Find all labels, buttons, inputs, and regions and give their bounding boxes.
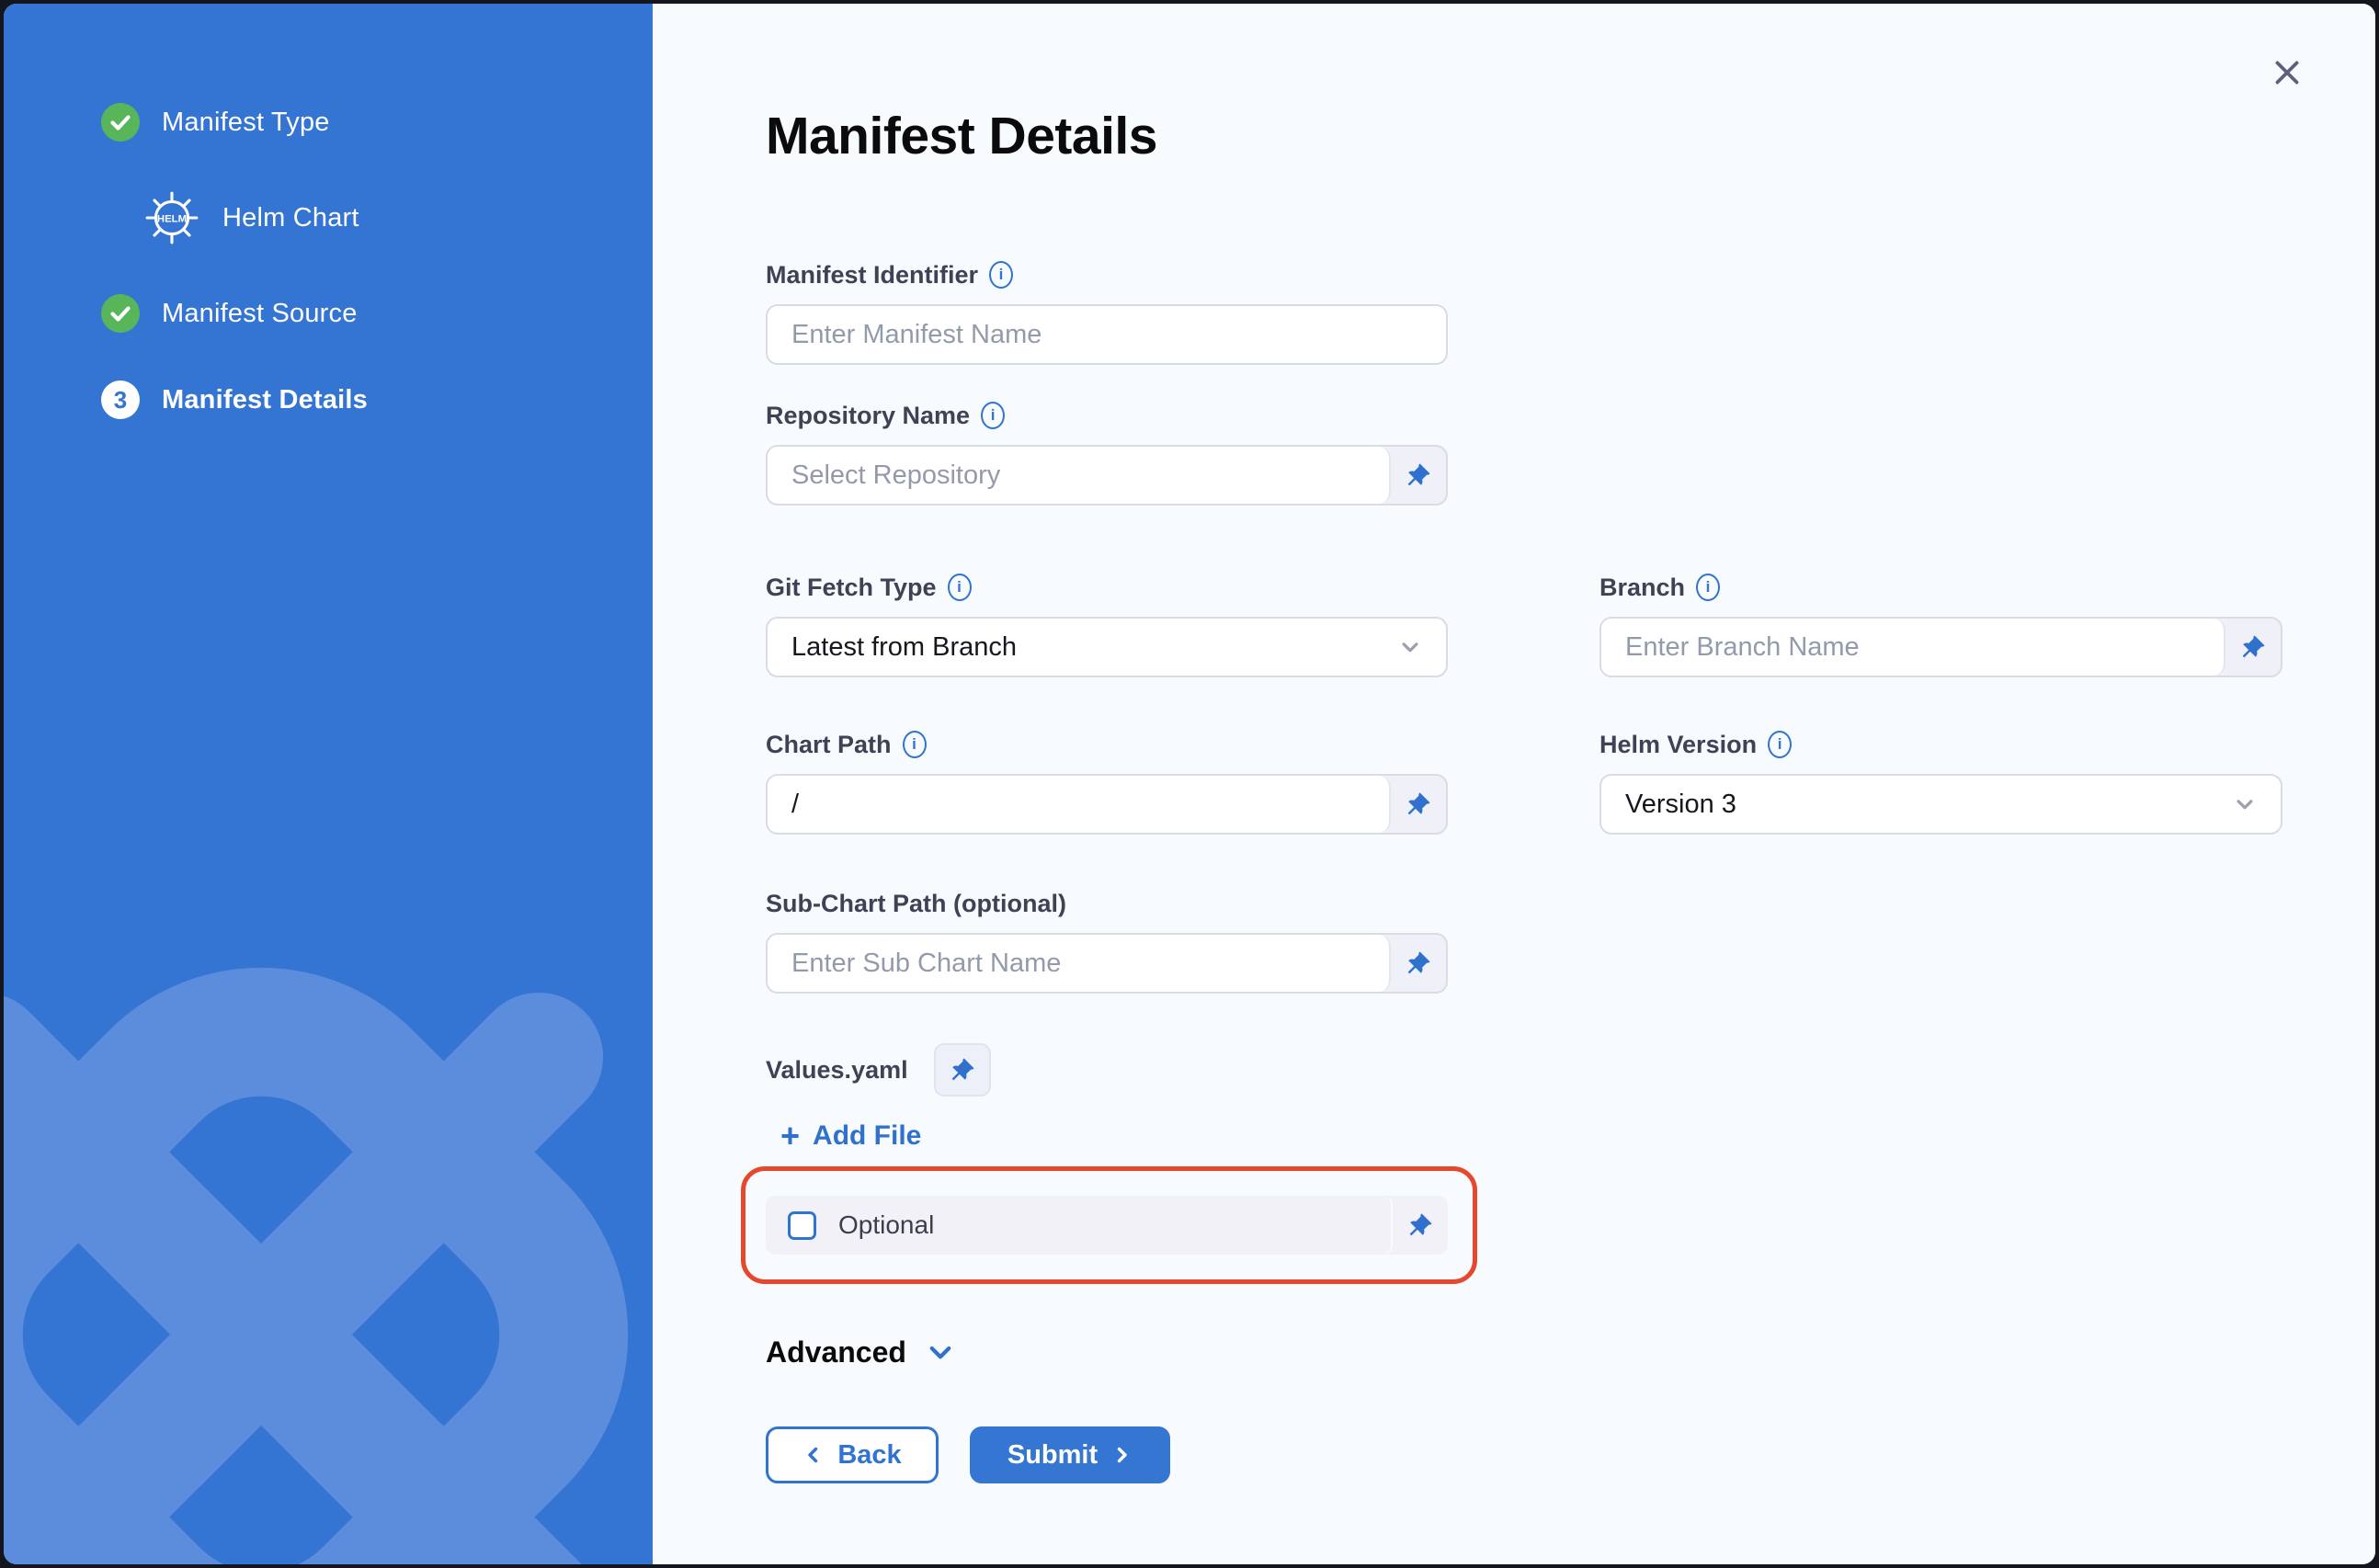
advanced-toggle[interactable]: Advanced <box>766 1335 956 1369</box>
wizard-sidebar: Manifest Type <box>4 4 653 1564</box>
pin-icon <box>1403 948 1434 979</box>
back-button-label: Back <box>837 1440 901 1471</box>
pin-icon <box>1405 1210 1436 1241</box>
check-circle-icon <box>101 294 140 333</box>
manifest-identifier-group: Manifest Identifier i <box>766 259 2375 365</box>
wizard-footer: Back Submit <box>766 1426 2375 1483</box>
pin-icon <box>1403 789 1434 820</box>
pin-button[interactable] <box>1391 935 1446 992</box>
chevron-right-icon <box>1110 1444 1133 1466</box>
pin-button[interactable] <box>1391 776 1446 833</box>
wizard-step-manifest-details[interactable]: 3 Manifest Details <box>101 381 653 419</box>
screen: Manifest Type <box>0 0 2379 1568</box>
repository-name-label: Repository Name <box>766 400 970 431</box>
plus-icon: + <box>780 1122 800 1150</box>
chart-path-label: Chart Path <box>766 729 892 760</box>
chart-path-control <box>766 774 1448 835</box>
git-fetch-type-select[interactable]: Latest from Branch <box>766 617 1448 677</box>
close-icon <box>2270 55 2305 90</box>
pin-button[interactable] <box>1393 1196 1448 1255</box>
repository-name-input[interactable] <box>768 447 1391 504</box>
chevron-down-icon <box>2231 790 2259 818</box>
annotation-highlight: Optional <box>741 1166 1477 1284</box>
optional-checkbox[interactable] <box>788 1211 816 1240</box>
repository-name-control <box>766 445 1448 506</box>
wizard-step-label: Manifest Type <box>162 108 330 138</box>
info-icon[interactable]: i <box>1696 574 1720 601</box>
git-fetch-type-group: Git Fetch Type i Latest from Branch <box>766 572 1448 677</box>
helm-version-label: Helm Version <box>1599 729 1757 760</box>
chevron-down-icon <box>925 1337 956 1369</box>
values-yaml-group: Values.yaml <box>766 1043 2375 1096</box>
svg-text:HELM: HELM <box>157 214 187 225</box>
repository-name-group: Repository Name i <box>766 400 2375 506</box>
add-file-label: Add File <box>813 1120 921 1152</box>
git-fetch-type-value: Latest from Branch <box>791 632 1017 663</box>
optional-checkbox-label: Optional <box>838 1210 934 1240</box>
info-icon[interactable]: i <box>981 402 1005 429</box>
wizard-substep-label: Helm Chart <box>222 203 359 233</box>
pin-button[interactable] <box>1391 447 1446 504</box>
back-button[interactable]: Back <box>766 1426 939 1483</box>
harness-watermark <box>4 847 653 1564</box>
pin-icon <box>1403 460 1434 491</box>
values-yaml-label: Values.yaml <box>766 1054 908 1085</box>
chart-path-input[interactable] <box>768 776 1391 833</box>
branch-control <box>1599 617 2282 677</box>
submit-button[interactable]: Submit <box>970 1426 1170 1483</box>
check-circle-icon <box>101 103 140 142</box>
manifest-identifier-input[interactable] <box>766 304 1448 365</box>
wizard-step-label: Manifest Source <box>162 299 358 329</box>
info-icon[interactable]: i <box>989 261 1013 289</box>
wizard-step-label: Manifest Details <box>162 385 368 415</box>
manifest-wizard-modal: Manifest Type <box>4 4 2375 1564</box>
page-title: Manifest Details <box>766 107 2375 165</box>
helm-version-value: Version 3 <box>1625 790 1736 820</box>
sub-chart-path-input[interactable] <box>768 935 1391 992</box>
git-fetch-type-label: Git Fetch Type <box>766 572 937 603</box>
helm-version-group: Helm Version i Version 3 <box>1599 729 2282 835</box>
sub-chart-path-label: Sub-Chart Path (optional) <box>766 888 1066 919</box>
close-button[interactable] <box>2265 51 2309 96</box>
manifest-details-panel: Manifest Details Manifest Identifier i R… <box>653 4 2375 1564</box>
wizard-step-manifest-source[interactable]: Manifest Source <box>101 294 653 333</box>
optional-field-row: Optional <box>766 1196 1448 1255</box>
step-number-badge: 3 <box>101 381 140 419</box>
pin-icon <box>2237 631 2269 663</box>
advanced-label: Advanced <box>766 1335 906 1369</box>
wizard-steps: Manifest Type <box>4 4 653 419</box>
chevron-down-icon <box>1396 633 1424 661</box>
info-icon[interactable]: i <box>1768 731 1792 758</box>
branch-group: Branch i <box>1599 572 2282 677</box>
sub-chart-path-group: Sub-Chart Path (optional) <box>766 888 2375 994</box>
branch-label: Branch <box>1599 572 1685 603</box>
branch-input[interactable] <box>1601 619 2225 676</box>
helm-icon: HELM <box>143 189 200 246</box>
chart-path-group: Chart Path i <box>766 729 1448 835</box>
info-icon[interactable]: i <box>903 731 927 758</box>
info-icon[interactable]: i <box>948 574 972 601</box>
pin-button[interactable] <box>934 1043 991 1096</box>
sub-chart-path-control <box>766 933 1448 994</box>
wizard-substep-helm-chart[interactable]: HELM Helm Chart <box>143 189 653 246</box>
wizard-step-manifest-type[interactable]: Manifest Type <box>101 103 653 142</box>
manifest-identifier-label: Manifest Identifier <box>766 259 978 290</box>
chevron-left-icon <box>802 1444 825 1466</box>
helm-version-select[interactable]: Version 3 <box>1599 774 2282 835</box>
pin-button[interactable] <box>2225 619 2281 676</box>
submit-button-label: Submit <box>1007 1440 1098 1471</box>
add-file-button[interactable]: + Add File <box>780 1120 921 1152</box>
pin-icon <box>947 1054 978 1085</box>
